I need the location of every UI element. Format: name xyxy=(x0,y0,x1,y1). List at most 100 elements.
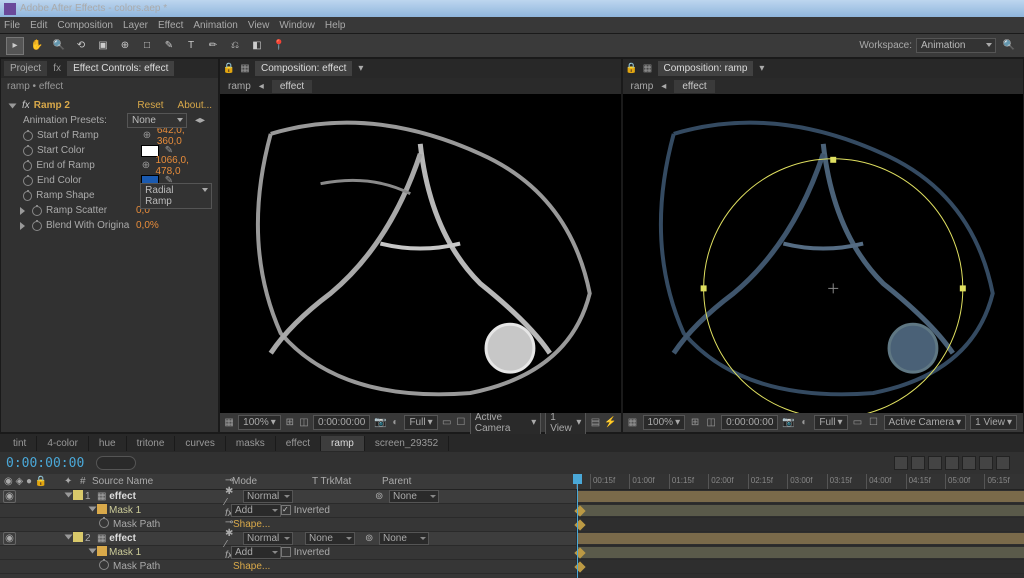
viewport[interactable] xyxy=(623,94,1024,413)
expand-toggle[interactable] xyxy=(89,549,97,554)
stopwatch-icon[interactable] xyxy=(23,146,33,156)
motion-blur-icon[interactable] xyxy=(962,456,976,470)
expand-toggle[interactable] xyxy=(65,493,73,498)
mask-name[interactable]: Mask 1 xyxy=(109,547,141,558)
crosshair-icon[interactable]: ⊕ xyxy=(140,160,151,172)
shy-icon[interactable] xyxy=(928,456,942,470)
snapshot-icon[interactable]: 📷 xyxy=(782,417,794,429)
mask-icon[interactable]: ◫ xyxy=(705,417,717,429)
stopwatch-icon[interactable] xyxy=(99,518,109,528)
mask-tool[interactable]: □ xyxy=(138,37,156,55)
mask-mode[interactable]: Add xyxy=(231,504,281,517)
menu-composition[interactable]: Composition xyxy=(57,20,113,31)
time-ruler[interactable]: 00:15f 01:00f 01:15f 02:00f 02:15f 03:00… xyxy=(576,474,1024,490)
time-display[interactable]: 0:00:00:00 xyxy=(313,415,370,430)
timeline-tab[interactable]: hue xyxy=(89,436,127,451)
crumb[interactable]: ramp xyxy=(631,81,654,92)
viewer-tab[interactable]: Composition: ramp xyxy=(658,61,754,76)
hand-tool[interactable]: ✋ xyxy=(28,37,46,55)
lock-icon[interactable]: 🔒 xyxy=(626,63,638,75)
about-link[interactable]: About... xyxy=(178,100,212,111)
rotate-tool[interactable]: ⟲ xyxy=(72,37,90,55)
alpha-icon[interactable]: ▦ xyxy=(627,417,639,429)
lock-icon[interactable]: 🔒 xyxy=(223,63,235,75)
layer-bar[interactable] xyxy=(577,491,1024,502)
menu-animation[interactable]: Animation xyxy=(193,20,237,31)
draft3d-icon[interactable] xyxy=(911,456,925,470)
inverted-checkbox[interactable] xyxy=(281,505,291,515)
parent-dropdown[interactable]: None xyxy=(379,532,429,545)
channel-icon[interactable]: ◐ xyxy=(390,417,400,429)
clone-tool[interactable]: ⎌ xyxy=(226,37,244,55)
brush-tool[interactable]: ✏ xyxy=(204,37,222,55)
region-icon[interactable]: ▭ xyxy=(442,417,452,429)
timeline-tab[interactable]: curves xyxy=(175,436,225,451)
ramp-shape-dropdown[interactable]: Radial Ramp xyxy=(140,183,212,209)
search-input[interactable] xyxy=(96,456,136,470)
layer-row[interactable]: ◉ 1 ▦ effect ⊸ ✱ ⁄ fx Normal ⊚ None xyxy=(0,490,576,504)
mask-mode[interactable]: Add xyxy=(231,546,281,559)
current-timecode[interactable]: 0:00:00:00 xyxy=(6,456,84,471)
grid-icon[interactable]: ⊞ xyxy=(285,417,295,429)
magnification[interactable]: 100%▾ xyxy=(238,415,281,430)
crumb[interactable]: ramp xyxy=(228,81,251,92)
timeline-tab[interactable]: 4-color xyxy=(37,436,89,451)
trkmat-dropdown[interactable]: None xyxy=(305,532,355,545)
layer-bar[interactable] xyxy=(577,505,1024,516)
mask-name[interactable]: Mask 1 xyxy=(109,505,141,516)
expand-toggle[interactable] xyxy=(9,103,17,108)
timeline-tab[interactable]: effect xyxy=(276,436,321,451)
pixel-aspect-icon[interactable]: ▤ xyxy=(590,417,600,429)
grid-icon[interactable]: ⊞ xyxy=(689,417,701,429)
menu-edit[interactable]: Edit xyxy=(30,20,47,31)
parent-dropdown[interactable]: None xyxy=(389,490,439,503)
text-tool[interactable]: T xyxy=(182,37,200,55)
layer-bar[interactable] xyxy=(577,547,1024,558)
stopwatch-icon[interactable] xyxy=(23,176,33,186)
crosshair-icon[interactable]: ⊕ xyxy=(141,130,153,142)
time-display[interactable]: 0:00:00:00 xyxy=(721,415,778,430)
reset-link[interactable]: Reset xyxy=(137,100,163,111)
snapshot-icon[interactable]: 📷 xyxy=(374,417,386,429)
blend-mode[interactable]: Normal xyxy=(243,532,293,545)
view-layout[interactable]: 1 View▾ xyxy=(970,415,1017,430)
layer-bar[interactable] xyxy=(577,533,1024,544)
timeline-tab[interactable]: masks xyxy=(226,436,276,451)
effect-controls-tab[interactable]: Effect Controls: effect xyxy=(67,61,174,76)
resolution[interactable]: Full▾ xyxy=(404,415,437,430)
mask-path-row[interactable]: Mask Path Shape... xyxy=(0,560,576,574)
stopwatch-icon[interactable] xyxy=(99,560,109,570)
stopwatch-icon[interactable] xyxy=(23,161,32,171)
transparency-icon[interactable]: ☐ xyxy=(868,417,880,429)
puppet-tool[interactable]: 📍 xyxy=(270,37,288,55)
menu-effect[interactable]: Effect xyxy=(158,20,183,31)
viewer-tab[interactable]: Composition: effect xyxy=(255,61,352,76)
anchor-tool[interactable]: ⊕ xyxy=(116,37,134,55)
camera-tool[interactable]: ▣ xyxy=(94,37,112,55)
expand-toggle[interactable] xyxy=(89,507,97,512)
menu-window[interactable]: Window xyxy=(279,20,315,31)
pen-tool[interactable]: ✎ xyxy=(160,37,178,55)
viewport[interactable] xyxy=(220,94,621,413)
eraser-tool[interactable]: ◧ xyxy=(248,37,266,55)
project-tab[interactable]: Project xyxy=(4,61,47,76)
zoom-tool[interactable]: 🔍 xyxy=(50,37,68,55)
selection-tool[interactable]: ▸ xyxy=(6,37,24,55)
timeline-tab-active[interactable]: ramp xyxy=(321,436,365,451)
layer-name[interactable]: effect xyxy=(109,491,136,502)
layer-name[interactable]: effect xyxy=(109,533,136,544)
mask-row[interactable]: Mask 1 Add Inverted xyxy=(0,504,576,518)
mask-path-row[interactable]: Mask Path Shape... xyxy=(0,518,576,532)
stopwatch-icon[interactable] xyxy=(32,221,42,231)
inverted-checkbox[interactable] xyxy=(281,547,291,557)
menu-help[interactable]: Help xyxy=(325,20,346,31)
menu-layer[interactable]: Layer xyxy=(123,20,148,31)
graph-editor-icon[interactable] xyxy=(996,456,1010,470)
presets-dropdown[interactable]: None xyxy=(127,113,187,128)
stopwatch-icon[interactable] xyxy=(23,191,32,201)
visibility-toggle[interactable]: ◉ xyxy=(3,532,16,545)
brainstorm-icon[interactable] xyxy=(979,456,993,470)
prop-value[interactable]: 1066,0, 478,0 xyxy=(155,155,212,177)
camera[interactable]: Active Camera▾ xyxy=(884,415,967,430)
expand-toggle[interactable] xyxy=(20,207,25,215)
